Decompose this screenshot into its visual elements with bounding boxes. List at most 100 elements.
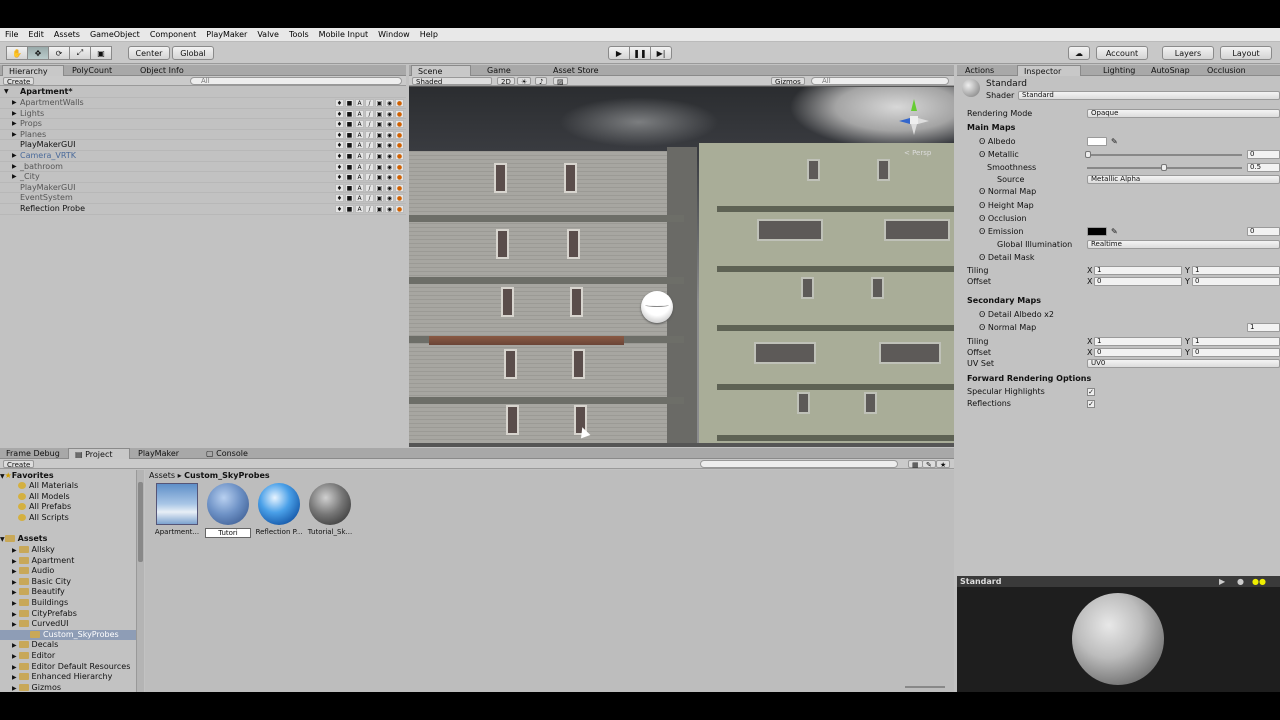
toggle-icon[interactable]: ▣ (375, 183, 384, 192)
scale-tool-icon[interactable]: ⤢ (69, 46, 91, 60)
play-button[interactable]: ▶ (608, 46, 630, 60)
toggle-icon[interactable]: ♦ (335, 99, 344, 107)
toggle-icon[interactable]: ■ (345, 99, 354, 107)
asset-thumb-tutorial-sky[interactable] (309, 483, 351, 525)
expand-arrow-icon[interactable]: ▶ (12, 119, 17, 129)
metallic-value-field[interactable]: 0 (1247, 150, 1280, 159)
toggle-icon[interactable]: / (365, 205, 374, 213)
preview-play-icon[interactable]: ▶ (1219, 576, 1225, 587)
scene-gizmo-icon[interactable] (897, 97, 931, 137)
expand-arrow-icon[interactable]: ▼ (0, 536, 5, 543)
hierarchy-item[interactable]: PlayMakerGUI ♦ ■ A / ▣ ◉ ● (0, 183, 406, 194)
toggle-icon[interactable]: ♦ (335, 173, 344, 182)
menu-playmaker[interactable]: PlayMaker (201, 30, 252, 39)
hand-tool-icon[interactable]: ✋ (6, 46, 28, 60)
tab-console[interactable]: ▢ Console (200, 448, 254, 459)
audio-toggle-icon[interactable]: ♪ (535, 77, 548, 86)
asset-folder-item[interactable]: ▶ Allsky (0, 545, 136, 556)
toggle-icon[interactable]: ◉ (385, 130, 394, 139)
tiling2-x-field[interactable]: 1 (1094, 337, 1182, 346)
hierarchy-item[interactable]: ▶ Camera_VRTK ♦ ■ A / ▣ ◉ ● (0, 151, 406, 162)
asset-folder-item[interactable]: ▶ Buildings (0, 598, 136, 609)
space-toggle-button[interactable]: Global (172, 46, 214, 60)
asset-rename-input[interactable]: Tutori (205, 528, 251, 538)
asset-folder-item[interactable]: ▶ Gizmos (0, 683, 136, 692)
asset-folder-item[interactable]: ▶ Basic City (0, 577, 136, 588)
tiling-x-field[interactable]: 1 (1094, 266, 1182, 275)
cloud-button[interactable]: ☁ (1068, 46, 1090, 60)
toggle-icon[interactable]: / (365, 120, 374, 129)
expand-arrow-icon[interactable]: ▶ (12, 162, 17, 172)
tab-game[interactable]: Game (481, 65, 517, 76)
asset-label-tutorial-sky[interactable]: Tutorial_Sk... (306, 528, 354, 536)
expand-arrow-icon[interactable]: ▶ (12, 98, 17, 108)
toggle-icon[interactable]: A (355, 173, 364, 182)
toggle-icon[interactable]: ◉ (385, 109, 394, 118)
pause-button[interactable]: ❚❚ (629, 46, 651, 60)
expand-arrow-icon[interactable]: ▶ (12, 568, 19, 575)
specular-highlights-checkbox[interactable]: ✓ (1087, 388, 1095, 396)
hierarchy-item[interactable]: Reflection Probe ♦ ■ A / ▣ ◉ ● (0, 204, 406, 215)
asset-folder-item[interactable]: ▶ CityPrefabs (0, 609, 136, 620)
metallic-slider-thumb[interactable] (1085, 151, 1091, 158)
toggle-icon[interactable]: ■ (345, 109, 354, 118)
toggle-icon[interactable]: ▣ (375, 99, 384, 107)
toggle-icon[interactable]: ◉ (385, 99, 394, 107)
toggle-icon[interactable]: ♦ (335, 194, 344, 203)
favorite-item[interactable]: All Models (0, 492, 136, 503)
uv-set-dropdown[interactable]: UV0 (1087, 359, 1280, 368)
asset-thumb-reflection-probe[interactable] (258, 483, 300, 525)
toggle-icon[interactable]: A (355, 109, 364, 118)
shading-dropdown[interactable]: Shaded (412, 77, 492, 86)
favorite-item[interactable]: All Prefabs (0, 502, 136, 513)
asset-folder-item[interactable]: ▶ Beautify (0, 587, 136, 598)
toggle-icon[interactable]: ■ (345, 205, 354, 213)
toggle-icon[interactable]: ■ (345, 141, 354, 150)
account-dropdown[interactable]: Account (1096, 46, 1148, 60)
tab-frame-debug[interactable]: Frame Debug (0, 448, 66, 459)
filter-label-icon[interactable]: ✎ (922, 460, 936, 469)
toggle-icon[interactable]: A (355, 162, 364, 171)
toggle-icon[interactable]: ● (395, 162, 404, 171)
scrollbar-thumb[interactable] (138, 482, 143, 562)
toggle-icon[interactable]: ▣ (375, 162, 384, 171)
toggle-icon[interactable]: / (365, 109, 374, 118)
toggle-icon[interactable]: ● (395, 141, 404, 150)
tiling-y-field[interactable]: 1 (1192, 266, 1280, 275)
toggle-icon[interactable]: ● (395, 183, 404, 192)
hierarchy-search-input[interactable]: All (190, 77, 402, 85)
toggle-icon[interactable]: ◉ (385, 120, 394, 129)
toggle-icon[interactable]: ● (395, 99, 404, 107)
tiling2-y-field[interactable]: 1 (1192, 337, 1280, 346)
toggle-icon[interactable]: ♦ (335, 205, 344, 213)
rect-tool-icon[interactable]: ▣ (90, 46, 112, 60)
toggle-icon[interactable]: ■ (345, 173, 354, 182)
expand-arrow-icon[interactable]: ▶ (12, 130, 17, 140)
breadcrumb-root[interactable]: Assets (149, 471, 175, 480)
toggle-icon[interactable]: ▣ (375, 120, 384, 129)
toggle-icon[interactable]: / (365, 152, 374, 160)
hierarchy-item[interactable]: ▶ _bathroom ♦ ■ A / ▣ ◉ ● (0, 162, 406, 173)
expand-arrow-icon[interactable]: ▶ (12, 685, 19, 692)
hierarchy-item[interactable]: ▶ Planes ♦ ■ A / ▣ ◉ ● (0, 130, 406, 141)
menu-assets[interactable]: Assets (49, 30, 85, 39)
hierarchy-item[interactable]: PlayMakerGUI ♦ ■ A / ▣ ◉ ● (0, 140, 406, 151)
menu-gameobject[interactable]: GameObject (85, 30, 145, 39)
toggle-icon[interactable]: ■ (345, 194, 354, 203)
create-dropdown[interactable]: Create (3, 77, 35, 86)
global-illumination-dropdown[interactable]: Realtime (1087, 240, 1280, 249)
menu-valve[interactable]: Valve (252, 30, 284, 39)
smoothness-slider-thumb[interactable] (1161, 164, 1167, 171)
expand-arrow-icon[interactable]: ▶ (12, 579, 19, 586)
toggle-icon[interactable]: ■ (345, 162, 354, 171)
tab-polycount[interactable]: PolyCount (66, 65, 118, 76)
hierarchy-item[interactable]: ▶ Props ♦ ■ A / ▣ ◉ ● (0, 119, 406, 130)
toggle-icon[interactable]: A (355, 141, 364, 150)
tab-asset-store[interactable]: Asset Store (547, 65, 605, 76)
expand-arrow-icon[interactable]: ▶ (12, 653, 19, 660)
expand-arrow-icon[interactable]: ▶ (12, 642, 19, 649)
layers-dropdown[interactable]: Layers (1162, 46, 1214, 60)
toggle-icon[interactable]: A (355, 130, 364, 139)
toggle-icon[interactable]: ● (395, 109, 404, 118)
hierarchy-item[interactable]: ▶ Lights ♦ ■ A / ▣ ◉ ● (0, 109, 406, 120)
